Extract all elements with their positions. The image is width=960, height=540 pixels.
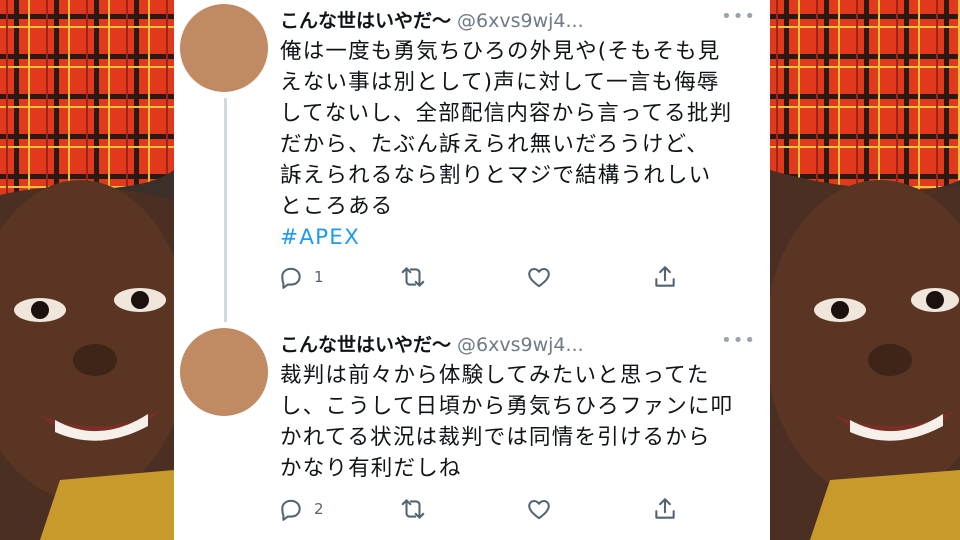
share-icon (655, 498, 675, 519)
tweet-text-line: かれてる状況は裁判では同情を引けるから (280, 425, 711, 450)
tweet-text: 裁判は前々から体験してみたいと思ってた し、こうして日頃から勇気ちひろファンに叩… (280, 360, 750, 484)
reply-button[interactable]: 2 (278, 494, 324, 524)
display-name[interactable]: こんな世はいやだ〜 (280, 334, 451, 356)
tweet-text-line: 俺は一度も勇気ちひろの外見や(そもそも見 (280, 39, 721, 64)
tweet-text-line: 訴えられるなら割りとマジで結構うれしい (280, 163, 712, 188)
reply-icon (281, 267, 301, 289)
user-handle[interactable]: @6xvs9wj4... (457, 10, 584, 32)
left-portrait-image (0, 0, 174, 540)
tweet-text-line: ところある (280, 194, 394, 219)
reply-count: 2 (314, 500, 324, 518)
tweet-actions: 2 (278, 494, 758, 524)
retweet-icon (401, 267, 425, 287)
retweet-button[interactable] (400, 262, 426, 292)
reply-button[interactable]: 1 (278, 262, 324, 292)
reply-count: 1 (314, 268, 324, 286)
avatar[interactable] (180, 328, 268, 416)
user-handle[interactable]: @6xvs9wj4... (457, 334, 584, 356)
share-button[interactable] (652, 262, 678, 292)
tweet-text-line: し、こうして日頃から勇気ちひろファンに叩 (280, 394, 734, 419)
heart-icon (528, 499, 550, 520)
retweet-button[interactable] (400, 494, 426, 524)
avatar[interactable] (180, 4, 268, 92)
tweet-header: こんな世はいやだ〜 @6xvs9wj4... (280, 6, 750, 36)
reply-icon (281, 499, 301, 521)
retweet-icon (401, 499, 425, 519)
more-options-icon[interactable]: ••• (721, 6, 756, 27)
tweet-text-line: えない事は別として)声に対して一言も侮辱 (280, 70, 720, 95)
tweet-text-line: かなり有利だしね (280, 456, 462, 481)
heart-icon (528, 267, 550, 288)
share-button[interactable] (652, 494, 678, 524)
tweet-thread: こんな世はいやだ〜 @6xvs9wj4... ••• 俺は一度も勇気ちひろの外見や… (174, 0, 770, 540)
share-icon (655, 266, 675, 287)
tweet-text-line: 裁判は前々から体験してみたいと思ってた (280, 363, 710, 388)
tweet-header: こんな世はいやだ〜 @6xvs9wj4... (280, 330, 750, 360)
more-options-icon[interactable]: ••• (721, 330, 756, 351)
display-name[interactable]: こんな世はいやだ〜 (280, 10, 451, 32)
like-button[interactable] (526, 262, 552, 292)
hashtag-link[interactable]: #APEX (280, 222, 750, 253)
tweet-actions: 1 (278, 262, 758, 292)
tweet-text: 俺は一度も勇気ちひろの外見や(そもそも見 えない事は別として)声に対して一言も侮… (280, 36, 750, 253)
tweet-text-line: してないし、全部配信内容から言ってる批判 (280, 101, 733, 126)
right-portrait-image (770, 0, 960, 540)
tweet-text-line: だから、たぶん訴えられ無いだろうけど、 (280, 132, 709, 157)
thread-connector-line (224, 98, 227, 322)
like-button[interactable] (526, 494, 552, 524)
